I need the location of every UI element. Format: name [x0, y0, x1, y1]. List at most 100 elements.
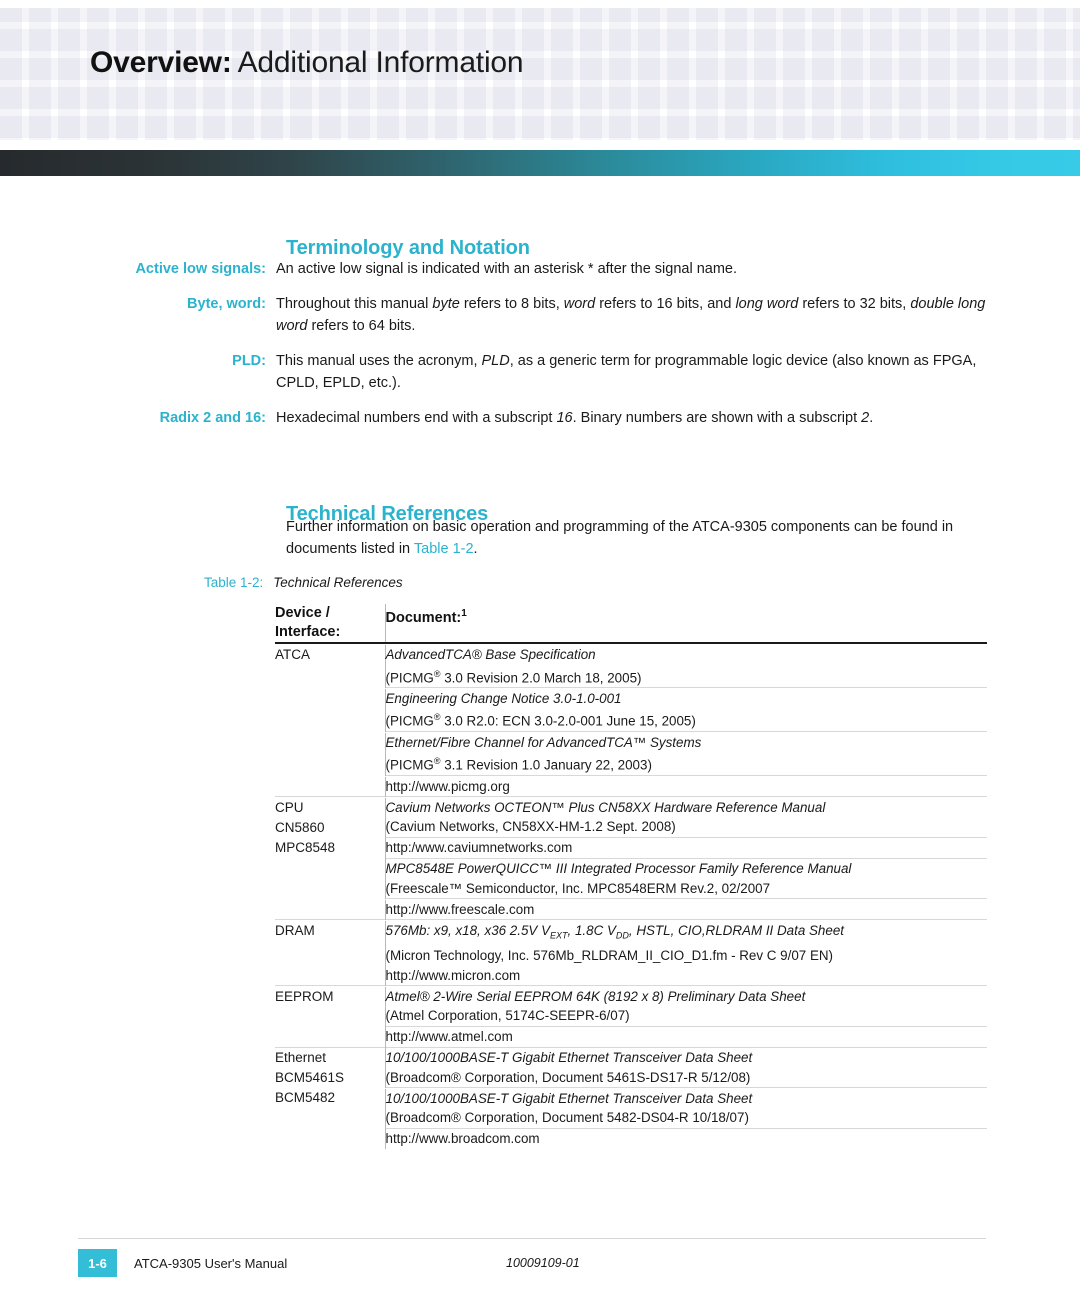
table-caption-label: Table 1-2:: [204, 575, 264, 590]
doc-title-seg2: , 1.8C V: [567, 922, 616, 938]
device-label-line: ATCA: [275, 647, 311, 662]
doc-title: MPC8548E PowerQUICC™ III Integrated Proc…: [385, 861, 852, 877]
doc-detail-pre: (PICMG: [385, 757, 434, 773]
page-title: Overview: Additional Information: [90, 44, 524, 82]
tr-paragraph-text-part1: Further information on basic operation a…: [286, 519, 954, 557]
row-device-eeprom: EEPROM: [275, 987, 385, 1048]
definition-description-byte-word: Throughout this manual byte refers to 8 …: [276, 296, 986, 334]
definition-description-pld: This manual uses the acronym, PLD, as a …: [276, 353, 977, 391]
doc-url[interactable]: http://www.broadcom.com: [386, 1131, 540, 1146]
table-row: DRAM 576Mb: x9, x18, x36 2.5V VEXT, 1.8C…: [275, 920, 987, 986]
definition-row-radix: Radix 2 and 16: Hexadecimal numbers end …: [90, 407, 990, 429]
device-label-line: CPU: [275, 799, 304, 815]
doc-entry-atca-base-spec: AdvancedTCA® Base Specification (PICMG® …: [384, 645, 987, 688]
footer-divider: [78, 1238, 986, 1239]
table-caption: Table 1-2: Technical References: [204, 575, 403, 590]
doc-entry-bcm5461s: 10/100/1000BASE-T Gigabit Ethernet Trans…: [384, 1048, 987, 1088]
page-title-bold: Overview:: [90, 46, 232, 79]
page-number-badge: 1-6: [78, 1249, 117, 1277]
doc-detail-post: (Atmel Corporation, 5174C-SEEPR-6/07): [385, 1008, 630, 1024]
doc-detail-pre: (PICMG: [385, 669, 434, 685]
definition-term-active-low-signals: Active low signals:: [135, 261, 266, 277]
doc-entry-freescale-url: http://www.freescale.com: [384, 899, 987, 920]
table-1-2-link[interactable]: Table 1-2: [414, 541, 474, 557]
column-header-device-line2: Interface:: [275, 624, 341, 640]
doc-title: Atmel® 2-Wire Serial EEPROM 64K (8192 x …: [385, 988, 806, 1004]
doc-entry-atca-url: http://www.picmg.org: [384, 776, 987, 797]
table-header-row: Device / Interface: Document:1: [275, 604, 987, 643]
column-header-document-label: Document:: [385, 609, 462, 626]
terminology-definition-list: Active low signals: An active low signal…: [90, 258, 990, 442]
technical-references-table: Device / Interface: Document:1 ATCA Adva…: [275, 604, 987, 1149]
doc-entry-atmel-eeprom: Atmel® 2-Wire Serial EEPROM 64K (8192 x …: [384, 986, 987, 1027]
doc-entry-cavium-octeon: Cavium Networks OCTEON™ Plus CN58XX Hard…: [384, 797, 987, 838]
footer-document-number: 10009109-01: [506, 1256, 580, 1270]
doc-detail-post: (Micron Technology, Inc. 576Mb_RLDRAM_II…: [385, 948, 834, 964]
footer-manual-title: ATCA-9305 User's Manual: [134, 1256, 288, 1271]
definition-term-byte-word: Byte, word:: [187, 296, 266, 312]
doc-detail-post: 3.1 Revision 1.0 January 22, 2003): [440, 757, 652, 773]
definition-row-pld: PLD: This manual uses the acronym, PLD, …: [90, 350, 990, 394]
heading-terminology-and-notation: Terminology and Notation: [286, 236, 530, 259]
doc-title: Cavium Networks OCTEON™ Plus CN58XX Hard…: [385, 799, 826, 815]
device-label-line: EEPROM: [275, 988, 334, 1004]
definition-description-radix: Hexadecimal numbers end with a subscript…: [276, 410, 874, 426]
doc-url[interactable]: http://www.atmel.com: [386, 1029, 513, 1044]
tr-paragraph-text-part2: .: [473, 541, 478, 557]
definition-description-active-low-signals: An active low signal is indicated with a…: [276, 261, 738, 277]
doc-entry-mpc8548e: MPC8548E PowerQUICC™ III Integrated Proc…: [384, 859, 987, 899]
doc-entry-dram: 576Mb: x9, x18, x36 2.5V VEXT, 1.8C VDD,…: [384, 920, 987, 986]
doc-title-seg1: 576Mb: x9, x18, x36 2.5V V: [385, 922, 551, 938]
doc-detail-post: (Broadcom® Corporation, Document 5461S-D…: [385, 1069, 751, 1085]
doc-entry-atca-ethernet-fibre: Ethernet/Fibre Channel for AdvancedTCA™ …: [384, 732, 987, 776]
column-header-document-footnote: 1: [461, 608, 467, 619]
definition-row-active-low-signals: Active low signals: An active low signal…: [90, 258, 990, 280]
device-label-line: BCM5461S: [275, 1070, 345, 1086]
table-row: ATCA AdvancedTCA® Base Specification (PI…: [275, 645, 987, 688]
doc-detail-post: (Freescale™ Semiconductor, Inc. MPC8548E…: [385, 880, 771, 896]
doc-entry-cavium-url: http:/www.caviumnetworks.com: [384, 838, 987, 859]
doc-title: 10/100/1000BASE-T Gigabit Ethernet Trans…: [385, 1090, 753, 1106]
doc-entry-bcm5482: 10/100/1000BASE-T Gigabit Ethernet Trans…: [384, 1088, 987, 1129]
column-header-document: Document:1: [384, 604, 987, 643]
device-label-line: BCM5482: [275, 1090, 336, 1106]
row-device-atca: ATCA: [275, 645, 385, 797]
doc-detail-pre: (PICMG: [385, 713, 434, 729]
definition-term-pld: PLD:: [232, 353, 266, 369]
doc-title: 10/100/1000BASE-T Gigabit Ethernet Trans…: [385, 1050, 753, 1066]
header-gradient-bar: [0, 150, 1080, 176]
row-device-dram: DRAM: [275, 921, 385, 986]
registered-icon: ®: [433, 756, 441, 767]
doc-url[interactable]: http://www.freescale.com: [386, 902, 535, 917]
table-row: Ethernet BCM5461S BCM5482 10/100/1000BAS…: [275, 1048, 987, 1105]
doc-title: Ethernet/Fibre Channel for AdvancedTCA™ …: [385, 734, 702, 750]
doc-detail-post: (Broadcom® Corporation, Document 5482-DS…: [385, 1110, 749, 1126]
technical-references-paragraph: Further information on basic operation a…: [286, 516, 986, 560]
doc-title-sub-dd: DD: [615, 930, 629, 941]
definition-row-byte-word: Byte, word: Throughout this manual byte …: [90, 293, 990, 337]
doc-entry-broadcom-url: http://www.broadcom.com: [384, 1129, 987, 1149]
column-header-device-line1: Device /: [275, 605, 330, 621]
doc-title-sub-ext: EXT: [550, 930, 568, 941]
device-label-line: CN5860: [275, 819, 325, 835]
doc-url[interactable]: http://www.micron.com: [386, 968, 521, 983]
doc-detail-post: (Cavium Networks, CN58XX-HM-1.2 Sept. 20…: [385, 819, 676, 835]
table-row: CPU CN5860 MPC8548 Cavium Networks OCTEO…: [275, 797, 987, 855]
header-top-mask: [0, 0, 1080, 8]
doc-title: AdvancedTCA® Base Specification: [385, 647, 596, 662]
row-device-ethernet: Ethernet BCM5461S BCM5482: [275, 1048, 385, 1149]
column-header-device-interface: Device / Interface:: [275, 604, 385, 643]
device-label-line: MPC8548: [275, 839, 336, 855]
device-label-line: DRAM: [275, 922, 315, 938]
doc-detail-post: 3.0 R2.0: ECN 3.0-2.0-001 June 15, 2005): [440, 713, 696, 729]
registered-icon: ®: [433, 712, 441, 723]
definition-term-radix: Radix 2 and 16:: [159, 410, 266, 426]
page-title-light: Additional Information: [237, 46, 524, 79]
registered-icon: ®: [433, 668, 441, 679]
table-row: EEPROM Atmel® 2-Wire Serial EEPROM 64K (…: [275, 986, 987, 1027]
doc-url[interactable]: http://www.picmg.org: [386, 779, 510, 794]
doc-entry-atca-ecn: Engineering Change Notice 3.0-1.0-001 (P…: [384, 688, 987, 732]
doc-url[interactable]: http:/www.caviumnetworks.com: [386, 840, 573, 855]
row-device-cpu: CPU CN5860 MPC8548: [275, 798, 385, 920]
doc-detail-post: 3.0 Revision 2.0 March 18, 2005): [440, 669, 642, 685]
